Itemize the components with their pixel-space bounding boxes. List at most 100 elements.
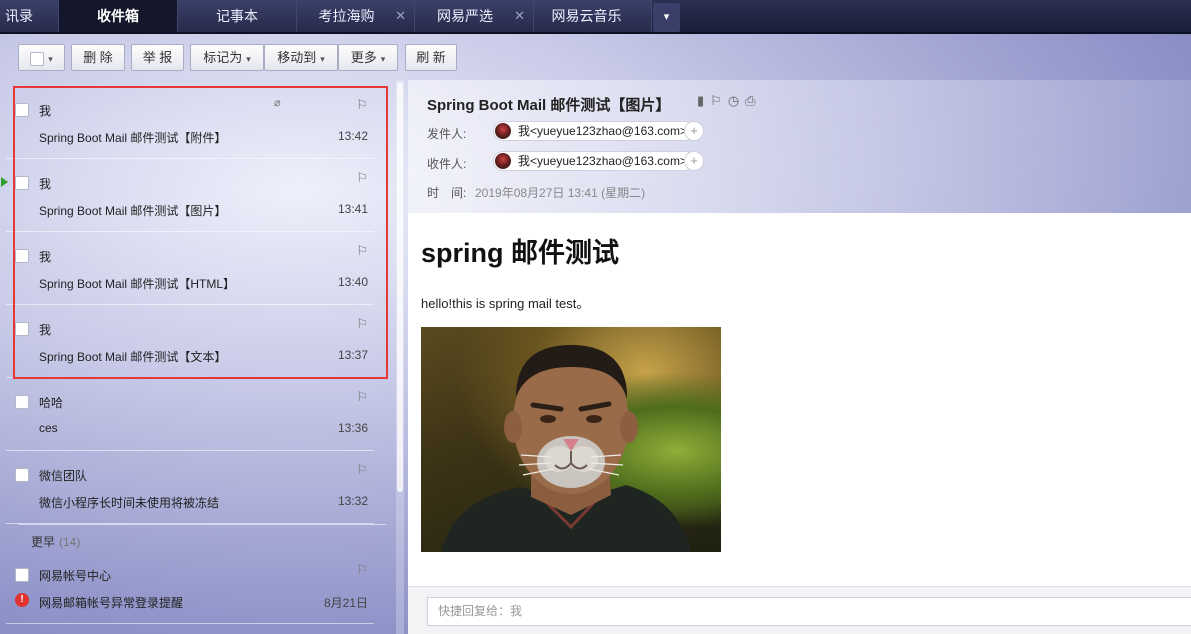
from-address-chip[interactable]: 我<yueyue123zhao@163.com> (493, 121, 695, 141)
mail-time: 13:42 (337, 129, 368, 143)
tab-cloud-music[interactable]: 网易云音乐 (534, 0, 652, 32)
mail-sender: 我 (39, 323, 52, 337)
quick-reply-bar: 快捷回复给：我 (408, 586, 1191, 634)
mail-list-item[interactable]: 我 ⌀ ⚐ Spring Boot Mail 邮件测试【附件】 13:42 (6, 86, 374, 159)
tab-inbox[interactable]: 收件箱 (59, 0, 178, 32)
report-button[interactable]: 举 报 (131, 44, 184, 71)
move-to-label: 移动到 (277, 50, 317, 65)
chevron-down-icon[interactable]: ▾ (653, 3, 680, 32)
mail-checkbox[interactable] (15, 468, 29, 482)
earlier-group-header[interactable]: 更早 (14) (31, 533, 80, 550)
mail-time: 13:40 (337, 275, 368, 289)
flag-icon[interactable]: ⚐ (356, 562, 368, 578)
mail-subject: Spring Boot Mail 邮件测试【文本】 (39, 350, 227, 364)
close-icon[interactable]: ✕ (514, 0, 525, 32)
body-heading: spring 邮件测试 (421, 238, 620, 268)
flag-icon[interactable]: ⚐ (356, 316, 368, 332)
tab-label: 网易严选 (437, 8, 493, 24)
bookmark-icon[interactable]: ▮ (697, 93, 710, 108)
mail-body: spring 邮件测试 hello!this is spring mail te… (408, 213, 1191, 634)
tab-yanxuan[interactable]: 网易严选 ✕ (415, 0, 534, 32)
mail-time: 13:37 (337, 348, 368, 362)
mail-subject: Spring Boot Mail 邮件测试【附件】 (39, 131, 227, 145)
reading-pane-header: Spring Boot Mail 邮件测试【图片】 ▮⚐◷⎙ 发件人: 我<yu… (408, 80, 1191, 213)
avatar (495, 123, 511, 139)
print-icon[interactable]: ⎙ (745, 93, 761, 108)
more-label: 更多 (350, 50, 377, 65)
mail-checkbox[interactable] (15, 176, 29, 190)
clock-icon[interactable]: ◷ (728, 93, 745, 108)
flag-icon[interactable]: ⚐ (356, 170, 368, 186)
mark-as-dropdown[interactable]: 标记为 ▾ (190, 44, 264, 71)
refresh-button[interactable]: 刷 新 (405, 44, 457, 71)
move-to-dropdown[interactable]: 移动到 ▾ (264, 44, 338, 71)
mail-time: 8月21日 (323, 596, 368, 610)
flag-icon[interactable]: ⚐ (356, 243, 368, 259)
group-divider (18, 524, 386, 525)
delete-button[interactable]: 删 除 (71, 44, 125, 71)
flag-icon[interactable]: ⚐ (356, 97, 368, 113)
tab-label: 讯录 (5, 8, 33, 24)
mail-checkbox[interactable] (15, 568, 29, 582)
mail-list-item[interactable]: 微信团队 ⚐ 微信小程序长时间未使用将被冻结 13:32 (6, 451, 374, 524)
to-label: 收件人: (427, 157, 467, 171)
tab-label: 收件箱 (97, 8, 139, 24)
mail-subject: Spring Boot Mail 邮件测试【图片】 (39, 204, 227, 218)
chevron-down-icon: ▾ (380, 54, 386, 64)
group-label: 更早 (31, 535, 56, 549)
tab-label: 考拉海购 (318, 8, 375, 24)
mail-checkbox[interactable] (15, 249, 29, 263)
mail-list-item[interactable]: 网易帐号中心 ⚐ ! 网易邮箱帐号异常登录提醒 8月21日 (6, 551, 374, 624)
mail-action-icons: ▮⚐◷⎙ (697, 93, 762, 109)
mail-subject: 网易邮箱帐号异常登录提醒 (39, 596, 184, 610)
time-value: 2019年08月27日 13:41 (星期二) (475, 186, 646, 200)
time-label: 时 间: (427, 186, 467, 200)
mail-list-item[interactable]: 我 ⚐ Spring Boot Mail 邮件测试【图片】 13:41 (1, 159, 374, 232)
chevron-down-icon: ▾ (320, 54, 325, 64)
from-label: 发件人: (427, 127, 467, 141)
mark-as-label: 标记为 (203, 50, 243, 65)
to-row: 收件人: 我<yueyue123zhao@163.com> + (427, 151, 704, 172)
flag-icon[interactable]: ⚐ (356, 462, 368, 478)
chevron-down-icon: ▾ (48, 54, 53, 64)
add-contact-icon[interactable]: + (684, 151, 704, 171)
flag-icon[interactable]: ⚐ (710, 93, 728, 108)
body-text: hello!this is spring mail test。 (421, 296, 590, 311)
current-mail-arrow-icon (1, 177, 8, 187)
mail-checkbox[interactable] (15, 322, 29, 336)
add-contact-icon[interactable]: + (684, 121, 704, 141)
tab-label: 记事本 (216, 8, 258, 24)
mail-time: 13:32 (337, 494, 368, 508)
tab-kaola[interactable]: 考拉海购 ✕ (297, 0, 415, 32)
chevron-down-icon: ▾ (246, 54, 251, 64)
mail-checkbox[interactable] (15, 103, 29, 117)
mail-sender: 微信团队 (39, 469, 88, 483)
tab-contacts[interactable]: 讯录 (0, 0, 59, 32)
group-count: (14) (59, 535, 81, 549)
more-dropdown[interactable]: 更多 ▾ (338, 44, 398, 71)
scrollbar-thumb[interactable] (397, 82, 403, 492)
from-row: 发件人: 我<yueyue123zhao@163.com> + (427, 121, 704, 142)
to-address-chip[interactable]: 我<yueyue123zhao@163.com> (493, 151, 695, 171)
select-all-checkbox[interactable] (30, 51, 45, 66)
mail-checkbox[interactable] (15, 395, 29, 409)
mail-subject: 微信小程序长时间未使用将被冻结 (39, 496, 220, 510)
mail-list-item[interactable]: 我 ⚐ Spring Boot Mail 邮件测试【文本】 13:37 (6, 305, 374, 378)
mail-list-item[interactable]: 哈哈 ⚐ ces 13:36 (6, 378, 374, 451)
flag-icon[interactable]: ⚐ (356, 389, 368, 405)
to-address: 我<yueyue123zhao@163.com> (518, 154, 687, 168)
select-all-dropdown[interactable]: ▾ (18, 44, 65, 71)
security-alert-icon: ! (15, 593, 29, 607)
mail-list-item[interactable]: 我 ⚐ Spring Boot Mail 邮件测试【HTML】 13:40 (6, 232, 374, 305)
mail-sender: 网易帐号中心 (39, 569, 112, 583)
mail-sender: 哈哈 (39, 396, 64, 410)
tab-label: 网易云音乐 (551, 8, 622, 24)
tab-notepad[interactable]: 记事本 (178, 0, 297, 32)
time-row: 时 间: 2019年08月27日 13:41 (星期二) (427, 184, 645, 201)
close-icon[interactable]: ✕ (395, 0, 406, 32)
paperclip-icon: ⌀ (274, 97, 281, 109)
quick-reply-input[interactable]: 快捷回复给：我 (427, 597, 1191, 626)
top-tab-bar: 讯录 收件箱 记事本 考拉海购 ✕ 网易严选 ✕ 网易云音乐 ▾ (0, 0, 1191, 34)
mail-sender: 我 (39, 104, 52, 118)
photo-illustration (441, 345, 691, 552)
